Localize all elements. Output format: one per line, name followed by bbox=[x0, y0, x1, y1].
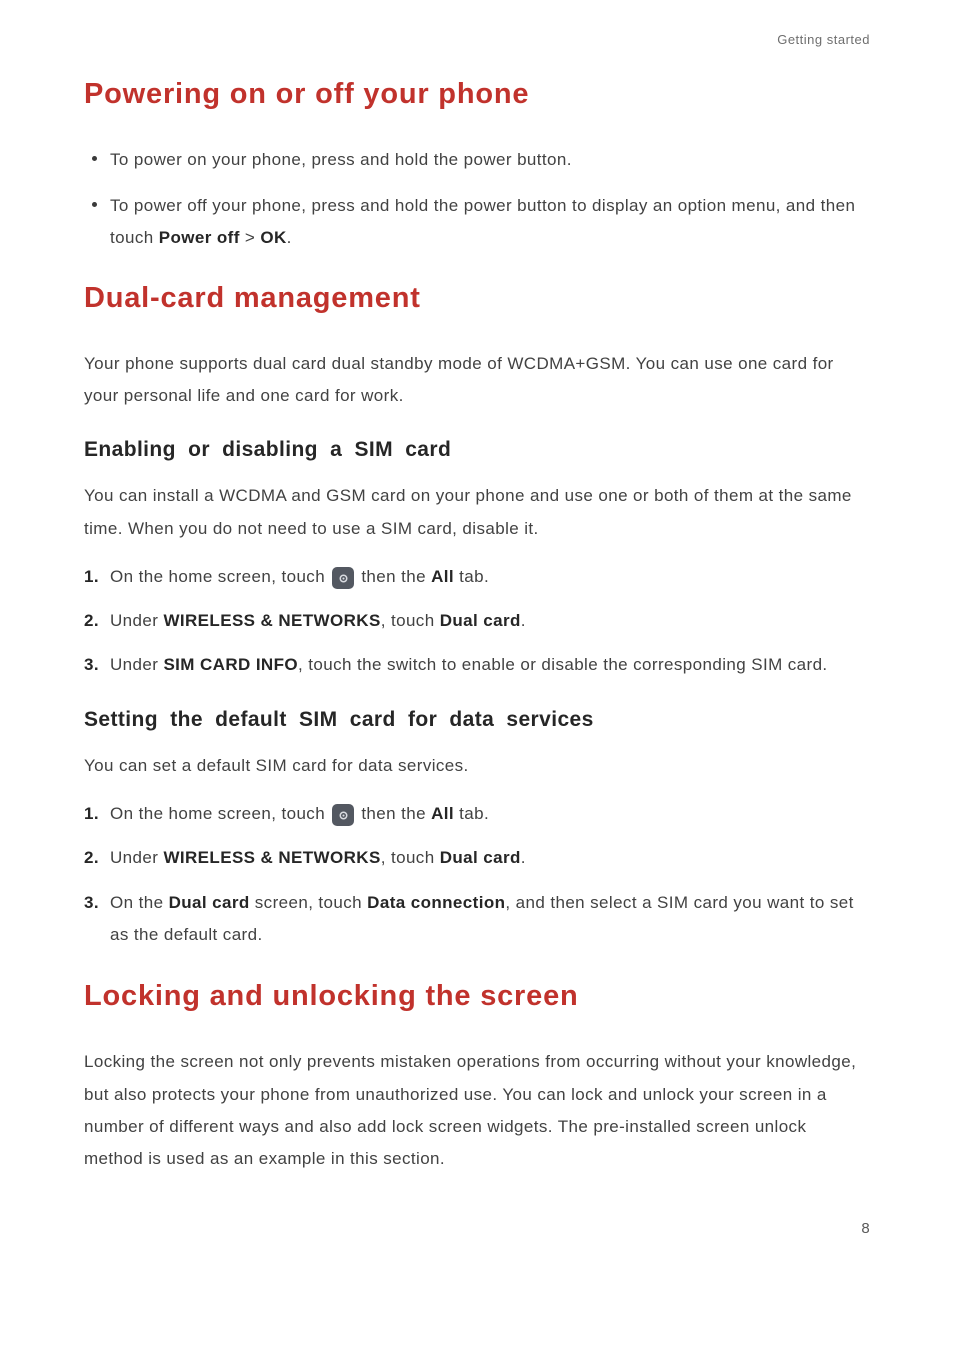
step-item: On the home screen, touch then the All t… bbox=[84, 561, 870, 593]
text: tab. bbox=[454, 804, 489, 823]
label-dual-card: Dual card bbox=[440, 848, 521, 867]
settings-icon bbox=[332, 567, 354, 589]
text: Under bbox=[110, 611, 163, 630]
steps-default-sim: On the home screen, touch then the All t… bbox=[84, 798, 870, 951]
text: On the home screen, touch bbox=[110, 567, 330, 586]
step-item: Under WIRELESS & NETWORKS, touch Dual ca… bbox=[84, 605, 870, 637]
text: then the bbox=[361, 567, 431, 586]
label-data-connection: Data connection bbox=[367, 893, 505, 912]
step-item: On the Dual card screen, touch Data conn… bbox=[84, 887, 870, 952]
text: To power on your phone, press and hold t… bbox=[110, 150, 572, 169]
text: , touch bbox=[381, 611, 440, 630]
heading-locking: Locking and unlocking the screen bbox=[84, 969, 870, 1024]
text: > bbox=[240, 228, 261, 247]
heading-powering: Powering on or off your phone bbox=[84, 67, 870, 122]
text: . bbox=[521, 848, 526, 867]
steps-enable-sim: On the home screen, touch then the All t… bbox=[84, 561, 870, 682]
step-item: On the home screen, touch then the All t… bbox=[84, 798, 870, 830]
paragraph: You can install a WCDMA and GSM card on … bbox=[84, 480, 870, 545]
text: Under bbox=[110, 848, 163, 867]
subheading-enabling-sim: Enabling or disabling a SIM card bbox=[84, 430, 870, 470]
power-bullet-list: To power on your phone, press and hold t… bbox=[84, 144, 870, 255]
label-dual-card: Dual card bbox=[440, 611, 521, 630]
paragraph: Your phone supports dual card dual stand… bbox=[84, 348, 870, 413]
label-ok: OK bbox=[260, 228, 286, 247]
step-item: Under WIRELESS & NETWORKS, touch Dual ca… bbox=[84, 842, 870, 874]
paragraph: You can set a default SIM card for data … bbox=[84, 750, 870, 782]
text: On the bbox=[110, 893, 169, 912]
paragraph: Locking the screen not only prevents mis… bbox=[84, 1046, 870, 1175]
label-wireless-networks: WIRELESS & NETWORKS bbox=[163, 848, 380, 867]
text: . bbox=[287, 228, 292, 247]
chapter-header: Getting started bbox=[84, 28, 870, 53]
text: On the home screen, touch bbox=[110, 804, 330, 823]
step-item: Under SIM CARD INFO, touch the switch to… bbox=[84, 649, 870, 681]
label-sim-card-info: SIM CARD INFO bbox=[163, 655, 298, 674]
text: tab. bbox=[454, 567, 489, 586]
label-power-off: Power off bbox=[159, 228, 240, 247]
label-all-tab: All bbox=[431, 567, 454, 586]
label-all-tab: All bbox=[431, 804, 454, 823]
text: screen, touch bbox=[250, 893, 368, 912]
text: , touch the switch to enable or disable … bbox=[298, 655, 828, 674]
heading-dual-card: Dual-card management bbox=[84, 271, 870, 326]
list-item: To power off your phone, press and hold … bbox=[110, 190, 870, 255]
list-item: To power on your phone, press and hold t… bbox=[110, 144, 870, 176]
label-dual-card: Dual card bbox=[169, 893, 250, 912]
text: then the bbox=[361, 804, 431, 823]
text: . bbox=[521, 611, 526, 630]
label-wireless-networks: WIRELESS & NETWORKS bbox=[163, 611, 380, 630]
page-number: 8 bbox=[84, 1215, 870, 1244]
text: , touch bbox=[381, 848, 440, 867]
settings-icon bbox=[332, 804, 354, 826]
subheading-default-sim: Setting the default SIM card for data se… bbox=[84, 700, 870, 740]
text: Under bbox=[110, 655, 163, 674]
